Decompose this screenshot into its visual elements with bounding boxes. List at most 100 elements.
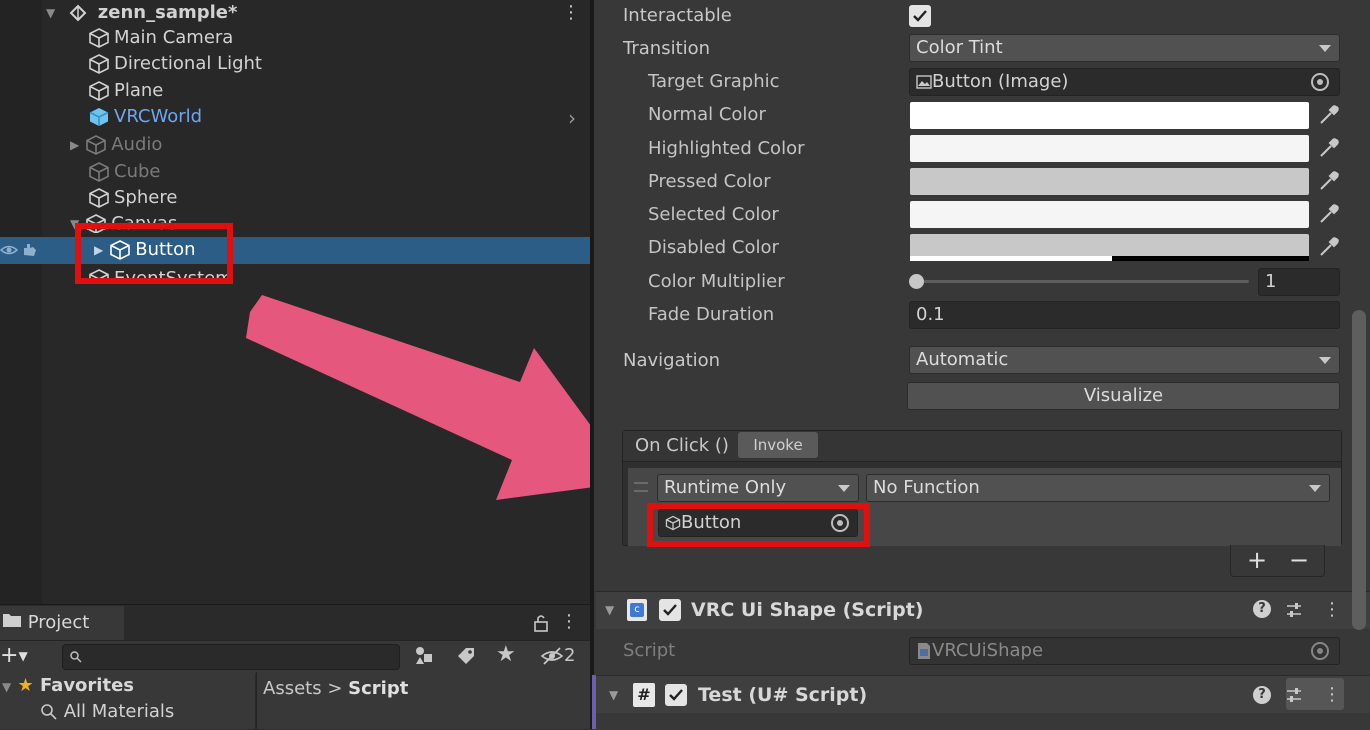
- highlighted-color-swatch[interactable]: [910, 135, 1309, 162]
- script-file-icon: [918, 643, 930, 659]
- color-multiplier-slider[interactable]: [916, 280, 1249, 283]
- gameobject-cube-icon: [86, 135, 107, 155]
- drag-handle-icon[interactable]: [634, 482, 648, 492]
- lock-icon[interactable]: [532, 612, 550, 634]
- all-materials-item[interactable]: All Materials: [40, 701, 174, 722]
- favorite-star-icon[interactable]: ★: [496, 642, 520, 668]
- checkmark-icon: [913, 10, 927, 22]
- help-icon[interactable]: ?: [1253, 686, 1271, 704]
- help-icon[interactable]: ?: [1253, 600, 1271, 618]
- gameobject-cube-icon: [89, 81, 109, 101]
- eyedropper-icon[interactable]: [1317, 202, 1341, 226]
- visibility-eye-icon[interactable]: [0, 241, 19, 259]
- expand-arrow-icon[interactable]: ▼: [609, 688, 618, 702]
- hidden-packages-toggle[interactable]: 2: [540, 644, 586, 668]
- gameobject-cube-icon: [89, 188, 109, 208]
- pressed-color-swatch[interactable]: [910, 168, 1309, 195]
- expand-arrow-icon[interactable]: ▼: [605, 603, 614, 617]
- hierarchy-item-vrcworld[interactable]: VRCWorld: [88, 104, 202, 130]
- breadcrumb-assets[interactable]: Assets: [263, 678, 322, 699]
- expand-arrow-icon[interactable]: ▼: [2, 680, 11, 694]
- selected-color-label: Selected Color: [648, 204, 779, 225]
- invoke-button[interactable]: Invoke: [738, 432, 818, 458]
- unity-scene-icon: [69, 4, 86, 22]
- scene-row[interactable]: ▼ zenn_sample*: [46, 0, 237, 26]
- project-search-input[interactable]: [62, 644, 400, 670]
- chevron-down-icon: [1319, 357, 1331, 364]
- function-dropdown[interactable]: No Function: [866, 474, 1330, 502]
- hierarchy-gutter: [0, 0, 42, 604]
- search-icon: [41, 704, 57, 720]
- disabled-color-label: Disabled Color: [648, 237, 779, 258]
- visualize-button[interactable]: Visualize: [907, 382, 1340, 410]
- slider-thumb[interactable]: [909, 274, 924, 289]
- hierarchy-item-audio[interactable]: ▶ Audio: [70, 132, 162, 158]
- search-by-type-icon[interactable]: [412, 644, 436, 668]
- eyedropper-icon[interactable]: [1317, 235, 1341, 259]
- normal-color-swatch[interactable]: [910, 102, 1309, 129]
- hierarchy-item-main-camera[interactable]: Main Camera: [88, 25, 233, 51]
- list-add-remove: + −: [1230, 545, 1325, 577]
- interactable-label: Interactable: [623, 5, 732, 26]
- hierarchy-item-sphere[interactable]: Sphere: [88, 185, 177, 211]
- pickable-hand-icon[interactable]: [20, 241, 40, 259]
- navigation-dropdown[interactable]: Automatic: [909, 346, 1340, 374]
- component-menu-icon[interactable]: ⋮: [1323, 683, 1341, 707]
- prefab-cube-icon: [89, 108, 109, 126]
- expand-arrow-icon[interactable]: ▼: [46, 0, 55, 26]
- component-title: VRC Ui Shape (Script): [691, 599, 924, 621]
- project-menu-icon[interactable]: ⋮: [560, 610, 578, 634]
- presets-sliders-icon[interactable]: [1284, 685, 1304, 705]
- star-icon: ★: [17, 675, 34, 696]
- gameobject-cube-icon: [89, 28, 109, 48]
- chevron-right-icon[interactable]: ›: [568, 106, 576, 130]
- pressed-color-label: Pressed Color: [648, 171, 771, 192]
- favorites-item[interactable]: ▼ ★ Favorites: [2, 675, 134, 696]
- interactable-checkbox[interactable]: [909, 5, 931, 27]
- object-picker-icon[interactable]: [1311, 73, 1329, 91]
- remove-minus-icon[interactable]: −: [1289, 545, 1309, 575]
- target-graphic-field[interactable]: Button (Image): [909, 68, 1340, 96]
- eyedropper-icon[interactable]: [1317, 103, 1341, 127]
- component-enabled-checkbox[interactable]: [665, 684, 687, 706]
- folder-icon: [2, 606, 22, 640]
- project-tab[interactable]: Project: [0, 606, 124, 640]
- fade-duration-label: Fade Duration: [648, 304, 775, 325]
- selected-color-swatch[interactable]: [910, 201, 1309, 228]
- hierarchy-item-cube[interactable]: Cube: [88, 159, 160, 185]
- chevron-down-icon: [838, 485, 850, 492]
- gameobject-cube-icon: [89, 162, 109, 182]
- color-multiplier-label: Color Multiplier: [648, 271, 785, 292]
- disabled-color-alpha-bar: [910, 256, 1112, 261]
- breadcrumb: Assets > Script: [263, 678, 409, 699]
- color-multiplier-input[interactable]: 1: [1258, 268, 1340, 296]
- create-plus-icon[interactable]: +▼: [0, 644, 44, 668]
- eyedropper-icon[interactable]: [1317, 136, 1341, 160]
- component-menu-icon[interactable]: ⋮: [1323, 598, 1341, 622]
- normal-color-label: Normal Color: [648, 104, 766, 125]
- eyedropper-icon[interactable]: [1317, 169, 1341, 193]
- scene-menu-icon[interactable]: ⋮: [562, 2, 580, 24]
- highlight-box-onclick-target: [647, 503, 870, 547]
- hierarchy-item-plane[interactable]: Plane: [88, 78, 163, 104]
- checkmark-icon: [663, 604, 677, 616]
- onclick-header: [623, 431, 1341, 462]
- onclick-label: On Click (): [635, 435, 729, 456]
- transition-dropdown[interactable]: Color Tint: [909, 34, 1340, 62]
- expand-arrow-icon[interactable]: ▶: [70, 132, 79, 158]
- disabled-color-alpha-remainder: [1112, 256, 1309, 261]
- fade-duration-input[interactable]: 0.1: [909, 301, 1340, 329]
- label-tag-icon[interactable]: [454, 644, 478, 668]
- component-title: Test (U# Script): [698, 684, 868, 706]
- chevron-down-icon: [1319, 45, 1331, 52]
- add-plus-icon[interactable]: +: [1247, 545, 1267, 575]
- call-state-dropdown[interactable]: Runtime Only: [657, 474, 859, 502]
- presets-sliders-icon[interactable]: [1284, 600, 1304, 620]
- eye-slash-icon: [540, 647, 564, 665]
- breadcrumb-script[interactable]: Script: [348, 678, 408, 699]
- component-enabled-checkbox[interactable]: [659, 599, 681, 621]
- navigation-label: Navigation: [623, 350, 721, 371]
- inspector-scrollbar[interactable]: [1352, 310, 1366, 630]
- hierarchy-item-directional-light[interactable]: Directional Light: [88, 51, 262, 77]
- object-picker-icon: [1311, 642, 1329, 660]
